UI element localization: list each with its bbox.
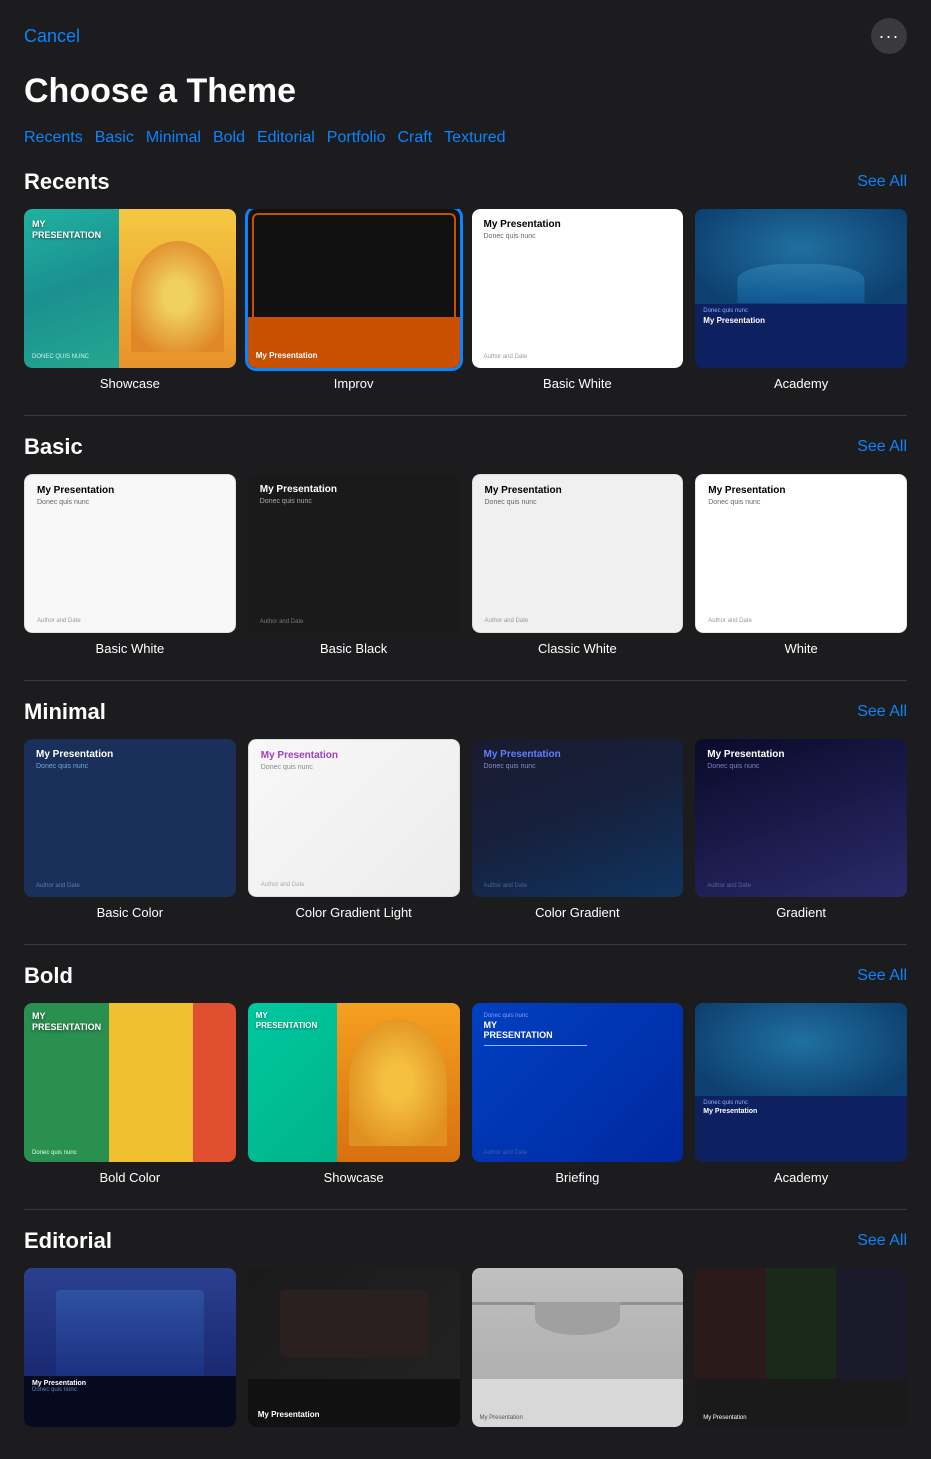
card-thumb-improv: My Presentation: [248, 209, 460, 368]
tab-editorial[interactable]: Editorial: [257, 125, 327, 151]
recents-see-all[interactable]: See All: [857, 173, 907, 191]
basic-section: Basic See All My Presentation Donec quis…: [0, 434, 931, 680]
card-label-basic-black: Basic Black: [248, 641, 460, 656]
editorial-cards-row: My Presentation Donec quis nunc My Prese…: [24, 1268, 907, 1435]
nav-tabs: Recents Basic Minimal Bold Editorial Por…: [0, 125, 931, 169]
card-thumb-color-gradient: My Presentation Donec quis nunc Author a…: [472, 739, 684, 898]
card-label-basic-white-recent: Basic White: [472, 376, 684, 391]
minimal-cards-row: My Presentation Donec quis nunc Author a…: [24, 739, 907, 921]
card-showcase-recent[interactable]: MYPRESENTATION DONEC QUIS NUNC Showcase: [24, 209, 236, 391]
editorial-title: Editorial: [24, 1228, 112, 1254]
card-editorial-4[interactable]: My Presentation: [695, 1268, 907, 1435]
basic-cards-row: My Presentation Donec quis nunc Author a…: [24, 474, 907, 656]
basic-header: Basic See All: [24, 434, 907, 460]
cancel-button[interactable]: Cancel: [24, 26, 80, 47]
card-label-improv: Improv: [248, 376, 460, 391]
card-label-basic-color: Basic Color: [24, 905, 236, 920]
card-academy-recent[interactable]: Donec quis nunc My Presentation Academy: [695, 209, 907, 391]
card-thumb-editorial-1: My Presentation Donec quis nunc: [24, 1268, 236, 1427]
card-thumb-academy-recent: Donec quis nunc My Presentation: [695, 209, 907, 368]
card-thumb-editorial-3: My Presentation: [472, 1268, 684, 1427]
card-label-gradient: Gradient: [695, 905, 907, 920]
bold-header: Bold See All: [24, 963, 907, 989]
card-white[interactable]: My Presentation Donec quis nunc Author a…: [695, 474, 907, 656]
card-thumb-basic-white: My Presentation Donec quis nunc Author a…: [24, 474, 236, 633]
divider-recents-basic: [24, 415, 907, 416]
card-color-gradient[interactable]: My Presentation Donec quis nunc Author a…: [472, 739, 684, 921]
card-thumb-bold-color: MYPRESENTATION Donec quis nunc: [24, 1003, 236, 1162]
editorial-section: Editorial See All My Presentation Donec …: [0, 1228, 931, 1459]
card-briefing[interactable]: Donec quis nunc MYPRESENTATION Author an…: [472, 1003, 684, 1185]
card-thumb-gradient: My Presentation Donec quis nunc Author a…: [695, 739, 907, 898]
card-thumb-white: My Presentation Donec quis nunc Author a…: [695, 474, 907, 633]
card-bold-color[interactable]: MYPRESENTATION Donec quis nunc Bold Colo…: [24, 1003, 236, 1185]
divider-bold-editorial: [24, 1209, 907, 1210]
card-basic-white[interactable]: My Presentation Donec quis nunc Author a…: [24, 474, 236, 656]
card-thumb-basic-color: My Presentation Donec quis nunc Author a…: [24, 739, 236, 898]
card-thumb-classic-white: My Presentation Donec quis nunc Author a…: [472, 474, 684, 633]
minimal-see-all[interactable]: See All: [857, 703, 907, 721]
tab-textured[interactable]: Textured: [444, 125, 517, 151]
tab-recents[interactable]: Recents: [24, 125, 95, 151]
card-label-briefing: Briefing: [472, 1170, 684, 1185]
minimal-header: Minimal See All: [24, 699, 907, 725]
card-thumb-editorial-4: My Presentation: [695, 1268, 907, 1427]
card-label-academy-recent: Academy: [695, 376, 907, 391]
page-title: Choose a Theme: [0, 64, 931, 125]
card-thumb-briefing: Donec quis nunc MYPRESENTATION Author an…: [472, 1003, 684, 1162]
card-label-basic-white: Basic White: [24, 641, 236, 656]
card-thumb-academy-bold: Donec quis nunc My Presentation: [695, 1003, 907, 1162]
card-label-showcase-recent: Showcase: [24, 376, 236, 391]
card-thumb-color-gradient-light: My Presentation Donec quis nunc Author a…: [248, 739, 460, 898]
divider-minimal-bold: [24, 944, 907, 945]
card-label-bold-color: Bold Color: [24, 1170, 236, 1185]
recents-section: Recents See All MYPRESENTATION DONEC QUI…: [0, 169, 931, 415]
bold-see-all[interactable]: See All: [857, 967, 907, 985]
card-thumb-basic-black: My Presentation Donec quis nunc Author a…: [248, 474, 460, 633]
bold-section: Bold See All MYPRESENTATION Donec quis n…: [0, 963, 931, 1209]
card-color-gradient-light[interactable]: My Presentation Donec quis nunc Author a…: [248, 739, 460, 921]
card-classic-white[interactable]: My Presentation Donec quis nunc Author a…: [472, 474, 684, 656]
card-editorial-3[interactable]: My Presentation: [472, 1268, 684, 1435]
recents-cards-row: MYPRESENTATION DONEC QUIS NUNC Showcase …: [24, 209, 907, 391]
recents-header: Recents See All: [24, 169, 907, 195]
card-editorial-2[interactable]: My Presentation: [248, 1268, 460, 1435]
divider-basic-minimal: [24, 680, 907, 681]
tab-basic[interactable]: Basic: [95, 125, 146, 151]
card-label-academy-bold: Academy: [695, 1170, 907, 1185]
card-basic-black[interactable]: My Presentation Donec quis nunc Author a…: [248, 474, 460, 656]
card-gradient[interactable]: My Presentation Donec quis nunc Author a…: [695, 739, 907, 921]
card-label-classic-white: Classic White: [472, 641, 684, 656]
card-label-color-gradient-light: Color Gradient Light: [248, 905, 460, 920]
card-basic-white-recent[interactable]: My Presentation Donec quis nunc Author a…: [472, 209, 684, 391]
card-improv[interactable]: My Presentation Improv: [248, 209, 460, 391]
bold-title: Bold: [24, 963, 73, 989]
card-label-white: White: [695, 641, 907, 656]
card-showcase-bold[interactable]: MYPRESENTATION Showcase: [248, 1003, 460, 1185]
card-thumb-showcase-bold: MYPRESENTATION: [248, 1003, 460, 1162]
basic-see-all[interactable]: See All: [857, 438, 907, 456]
card-basic-color[interactable]: My Presentation Donec quis nunc Author a…: [24, 739, 236, 921]
card-thumb-basic-white-recent: My Presentation Donec quis nunc Author a…: [472, 209, 684, 368]
card-thumb-showcase: MYPRESENTATION DONEC QUIS NUNC: [24, 209, 236, 368]
editorial-header: Editorial See All: [24, 1228, 907, 1254]
card-label-showcase-bold: Showcase: [248, 1170, 460, 1185]
bold-cards-row: MYPRESENTATION Donec quis nunc Bold Colo…: [24, 1003, 907, 1185]
more-button[interactable]: ···: [871, 18, 907, 54]
card-editorial-1[interactable]: My Presentation Donec quis nunc: [24, 1268, 236, 1435]
minimal-title: Minimal: [24, 699, 106, 725]
basic-title: Basic: [24, 434, 83, 460]
card-thumb-editorial-2: My Presentation: [248, 1268, 460, 1427]
tab-bold[interactable]: Bold: [213, 125, 257, 151]
card-academy-bold[interactable]: Donec quis nunc My Presentation Academy: [695, 1003, 907, 1185]
tab-minimal[interactable]: Minimal: [146, 125, 213, 151]
top-bar: Cancel ···: [0, 0, 931, 64]
minimal-section: Minimal See All My Presentation Donec qu…: [0, 699, 931, 945]
editorial-see-all[interactable]: See All: [857, 1232, 907, 1250]
tab-portfolio[interactable]: Portfolio: [327, 125, 398, 151]
card-label-color-gradient: Color Gradient: [472, 905, 684, 920]
recents-title: Recents: [24, 169, 110, 195]
tab-craft[interactable]: Craft: [398, 125, 445, 151]
